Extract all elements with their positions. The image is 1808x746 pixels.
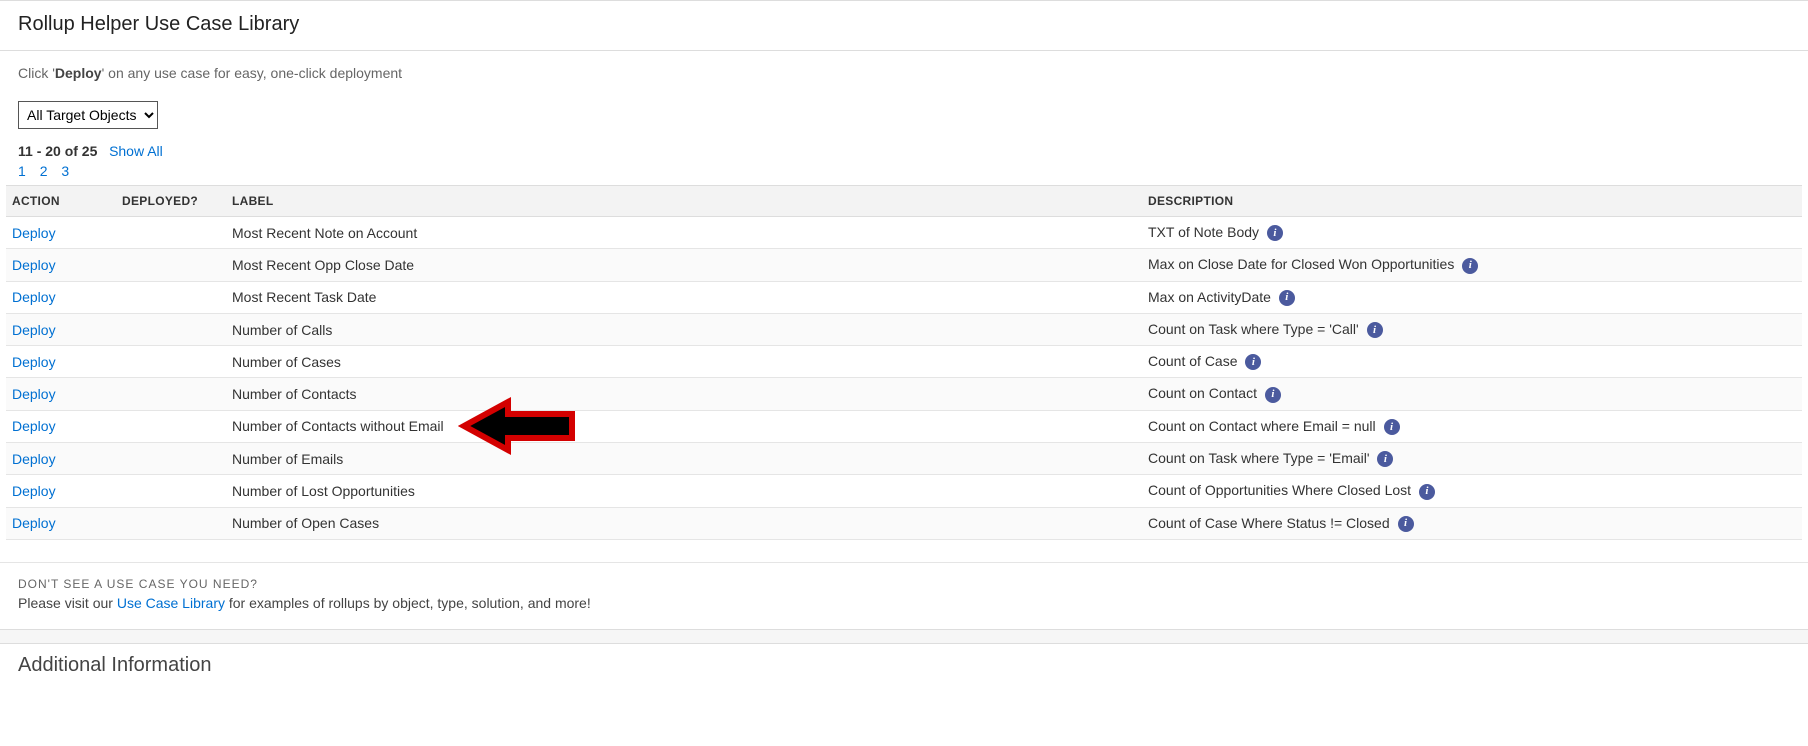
section-divider [0,630,1808,644]
deployed-cell [116,475,226,507]
table-row: DeployMost Recent Task DateMax on Activi… [6,281,1802,313]
description-text: Count of Case Where Status != Closed [1148,515,1394,531]
info-icon[interactable]: i [1267,225,1283,241]
info-icon[interactable]: i [1245,354,1261,370]
deploy-hint: Click 'Deploy' on any use case for easy,… [18,65,1790,81]
description-text: Max on ActivityDate [1148,289,1275,305]
label-cell: Number of Cases [226,346,1142,378]
description-text: Count on Task where Type = 'Call' [1148,321,1363,337]
deployed-cell [116,249,226,281]
deploy-link[interactable]: Deploy [12,354,56,370]
deploy-link[interactable]: Deploy [12,225,56,241]
table-row: DeployNumber of CasesCount of Case i [6,346,1802,378]
label-cell: Number of Emails [226,443,1142,475]
page-link-3[interactable]: 3 [61,163,69,179]
deployed-cell [116,281,226,313]
deploy-link[interactable]: Deploy [12,257,56,273]
description-cell: TXT of Note Body i [1142,217,1802,249]
label-cell: Number of Calls [226,313,1142,345]
info-icon[interactable]: i [1398,516,1414,532]
deployed-cell [116,410,226,442]
deploy-link[interactable]: Deploy [12,515,56,531]
col-deployed: DEPLOYED? [116,186,226,217]
deployed-cell [116,217,226,249]
footer-heading: DON'T SEE A USE CASE YOU NEED? [18,577,1790,591]
description-cell: Count of Case Where Status != Closed i [1142,507,1802,539]
label-cell: Most Recent Note on Account [226,217,1142,249]
deploy-link[interactable]: Deploy [12,451,56,467]
col-action: ACTION [6,186,116,217]
description-cell: Max on ActivityDate i [1142,281,1802,313]
description-text: Count of Opportunities Where Closed Lost [1148,482,1415,498]
col-description: DESCRIPTION [1142,186,1802,217]
page-link-1[interactable]: 1 [18,163,26,179]
deploy-link[interactable]: Deploy [12,418,56,434]
label-cell: Number of Contacts [226,378,1142,410]
info-icon[interactable]: i [1419,484,1435,500]
info-icon[interactable]: i [1265,387,1281,403]
description-cell: Count on Task where Type = 'Email' i [1142,443,1802,475]
use-case-table: ACTION DEPLOYED? LABEL DESCRIPTION Deplo… [6,185,1802,540]
label-cell: Most Recent Task Date [226,281,1142,313]
hint-suffix: ' on any use case for easy, one-click de… [102,65,402,81]
footer-suffix: for examples of rollups by object, type,… [225,595,591,611]
page-numbers: 1 2 3 [18,163,1790,179]
table-row: DeployNumber of ContactsCount on Contact… [6,378,1802,410]
hint-prefix: Click ' [18,65,55,81]
deploy-link[interactable]: Deploy [12,322,56,338]
info-icon[interactable]: i [1367,322,1383,338]
table-row: DeployMost Recent Note on AccountTXT of … [6,217,1802,249]
footer-block: DON'T SEE A USE CASE YOU NEED? Please vi… [0,562,1808,630]
page-link-2[interactable]: 2 [40,163,48,179]
label-cell: Number of Contacts without Email [226,410,1142,442]
pager: 11 - 20 of 25 Show All [18,143,1790,159]
description-text: Count on Contact where Email = null [1148,418,1380,434]
deployed-cell [116,378,226,410]
info-icon[interactable]: i [1462,258,1478,274]
hint-bold: Deploy [55,65,102,81]
table-row: DeployNumber of Lost OpportunitiesCount … [6,475,1802,507]
col-label: LABEL [226,186,1142,217]
description-text: TXT of Note Body [1148,224,1263,240]
deployed-cell [116,443,226,475]
deploy-link[interactable]: Deploy [12,289,56,305]
label-cell: Number of Open Cases [226,507,1142,539]
description-cell: Count of Opportunities Where Closed Lost… [1142,475,1802,507]
pager-count: 11 - 20 of 25 [18,143,97,159]
description-cell: Count on Task where Type = 'Call' i [1142,313,1802,345]
deployed-cell [116,346,226,378]
info-icon[interactable]: i [1279,290,1295,306]
description-cell: Max on Close Date for Closed Won Opportu… [1142,249,1802,281]
deployed-cell [116,507,226,539]
description-text: Count on Contact [1148,385,1261,401]
info-icon[interactable]: i [1377,451,1393,467]
info-icon[interactable]: i [1384,419,1400,435]
label-cell: Most Recent Opp Close Date [226,249,1142,281]
table-row: DeployNumber of Contacts without EmailCo… [6,410,1802,442]
table-row: DeployNumber of CallsCount on Task where… [6,313,1802,345]
use-case-library-link[interactable]: Use Case Library [117,595,225,611]
footer-text: Please visit our Use Case Library for ex… [18,595,1790,611]
description-text: Count on Task where Type = 'Email' [1148,450,1373,466]
description-text: Count of Case [1148,353,1241,369]
table-row: Deploy Most Recent Opp Close Date Max on C… [6,249,1802,281]
page-title: Rollup Helper Use Case Library [0,1,1808,51]
description-cell: Count on Contact i [1142,378,1802,410]
description-text: Max on Close Date for Closed Won Opportu… [1148,256,1458,272]
deploy-link[interactable]: Deploy [12,483,56,499]
additional-information-heading: Additional Information [0,644,1808,677]
table-header-row: ACTION DEPLOYED? LABEL DESCRIPTION [6,186,1802,217]
target-object-select[interactable]: All Target Objects [18,101,158,129]
deploy-link[interactable]: Deploy [12,386,56,402]
footer-prefix: Please visit our [18,595,117,611]
description-cell: Count on Contact where Email = null i [1142,410,1802,442]
table-row: DeployNumber of EmailsCount on Task wher… [6,443,1802,475]
deployed-cell [116,313,226,345]
label-cell: Number of Lost Opportunities [226,475,1142,507]
description-cell: Count of Case i [1142,346,1802,378]
show-all-link[interactable]: Show All [109,143,163,159]
table-row: DeployNumber of Open CasesCount of Case … [6,507,1802,539]
